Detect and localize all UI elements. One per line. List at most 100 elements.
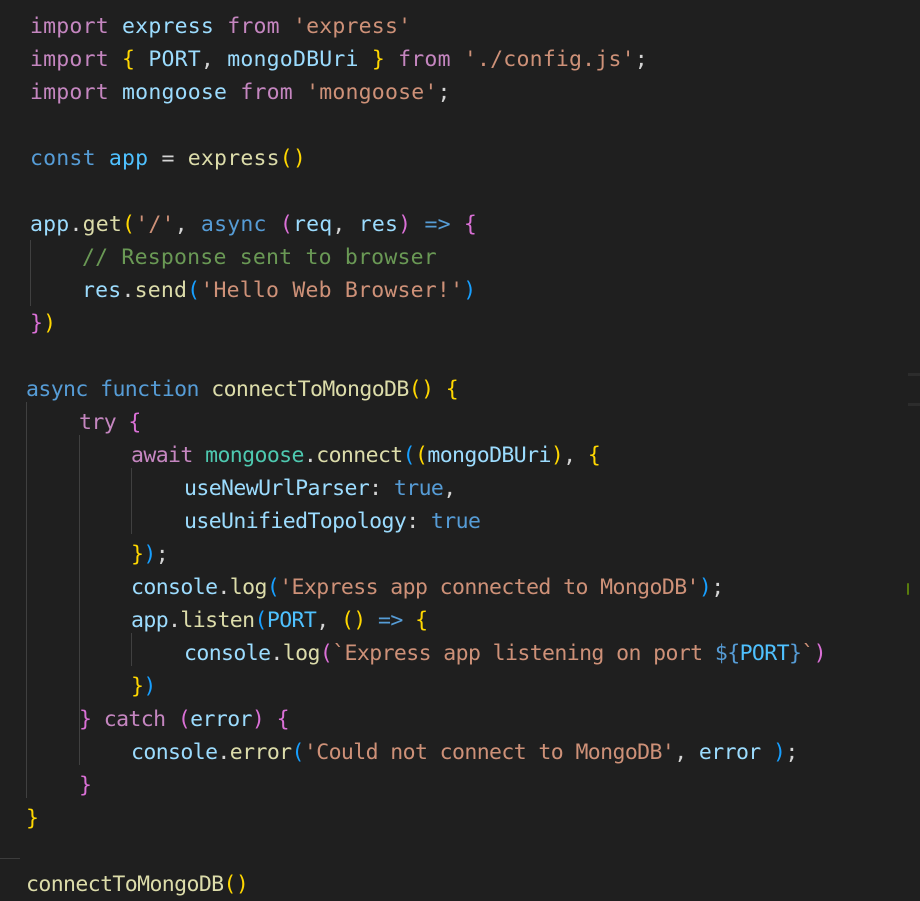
code-token: mongoose — [122, 80, 228, 105]
code-token: listen — [180, 608, 255, 633]
code-token: get — [82, 212, 123, 237]
code-line: } — [79, 769, 92, 802]
code-token: ( — [177, 707, 191, 732]
code-token: async — [200, 212, 267, 237]
code-token: { — [128, 410, 141, 435]
code-line: await mongoose.connect((mongoDBUri), { — [131, 439, 601, 472]
code-token: 'Express app connected to MongoDB' — [279, 575, 699, 600]
code-token: ; — [634, 47, 648, 72]
code-token: console — [184, 641, 271, 666]
code-editor[interactable]: import express from 'express' import { PO… — [0, 0, 920, 897]
code-line: import express from 'express' — [30, 10, 411, 43]
code-line: console.log('Express app connected to Mo… — [131, 571, 724, 604]
indent-guide — [131, 468, 132, 534]
code-token: connectToMongoDB — [211, 377, 409, 402]
code-token: ; — [437, 80, 451, 105]
code-token: } — [30, 311, 44, 336]
code-token: from — [398, 47, 451, 72]
code-token: ( — [319, 641, 333, 666]
code-token: ) — [143, 542, 156, 567]
code-token: ` — [801, 641, 814, 666]
code-token: { — [276, 707, 290, 732]
code-token: { — [463, 212, 478, 237]
code-token: catch — [103, 707, 166, 732]
code-token: , — [674, 740, 699, 765]
code-token: express — [187, 146, 280, 171]
code-token: { — [445, 377, 459, 402]
code-token: } — [79, 773, 92, 798]
code-token: } — [79, 707, 92, 732]
code-line: console.error('Could not connect to Mong… — [131, 736, 798, 769]
code-line: res.send('Hello Web Browser!') — [82, 274, 476, 307]
code-token: ( — [187, 278, 201, 303]
indent-guide — [79, 732, 80, 765]
code-line: } catch (error) { — [79, 703, 290, 736]
code-line: }); — [131, 538, 169, 571]
code-token: ( — [291, 740, 305, 765]
code-line: async function connectToMongoDB() { — [26, 373, 459, 406]
code-token: ) — [698, 575, 712, 600]
code-token: import — [30, 14, 109, 39]
code-token: ; — [785, 740, 798, 765]
code-token: console — [131, 575, 218, 600]
code-token: `Express app listening on port — [332, 641, 715, 666]
indent-guide — [30, 240, 31, 306]
code-token: , — [332, 212, 359, 237]
code-token: ; — [155, 542, 169, 567]
code-token: mongoDBUri — [227, 47, 359, 72]
code-line: // Response sent to browser — [82, 241, 437, 274]
code-token: error — [698, 740, 761, 765]
code-token: . — [303, 443, 317, 468]
code-token: } — [26, 806, 39, 831]
code-token: () — [223, 872, 249, 897]
code-token: } — [131, 674, 144, 699]
code-token: res — [358, 212, 399, 237]
code-token: , — [443, 476, 456, 501]
code-token: ( — [402, 443, 416, 468]
code-token: const — [30, 146, 96, 171]
code-token: PORT — [266, 608, 317, 633]
code-token: } — [131, 542, 144, 567]
code-token: express — [122, 14, 215, 39]
code-line: connectToMongoDB() — [26, 868, 249, 901]
code-line: console.log(`Express app listening on po… — [184, 637, 827, 670]
code-token: ) — [773, 740, 786, 765]
code-token: function — [100, 377, 199, 402]
code-token: useUnifiedTopology — [184, 509, 407, 534]
code-token: console — [131, 740, 218, 765]
code-token: 'mongoose' — [306, 80, 438, 105]
code-token: ${ — [714, 641, 740, 666]
overview-ruler-mark — [908, 403, 920, 406]
code-token: . — [217, 575, 230, 600]
code-token: () — [408, 377, 434, 402]
code-token: mongoose — [205, 443, 304, 468]
code-token: true — [393, 476, 444, 501]
code-token: app — [30, 212, 70, 237]
code-token: . — [69, 212, 83, 237]
git-change-marker — [907, 583, 909, 595]
code-token: () — [340, 608, 366, 633]
code-token: res — [82, 278, 122, 303]
code-line: const app = express() — [30, 142, 306, 175]
code-token: error — [229, 740, 292, 765]
code-token: ) — [43, 311, 57, 336]
code-token: ) — [550, 443, 564, 468]
code-token: ( — [279, 212, 293, 237]
code-token: // Response sent to browser — [82, 245, 437, 270]
code-token: try — [79, 410, 117, 435]
code-token: { — [122, 47, 136, 72]
indent-guide — [131, 633, 132, 666]
